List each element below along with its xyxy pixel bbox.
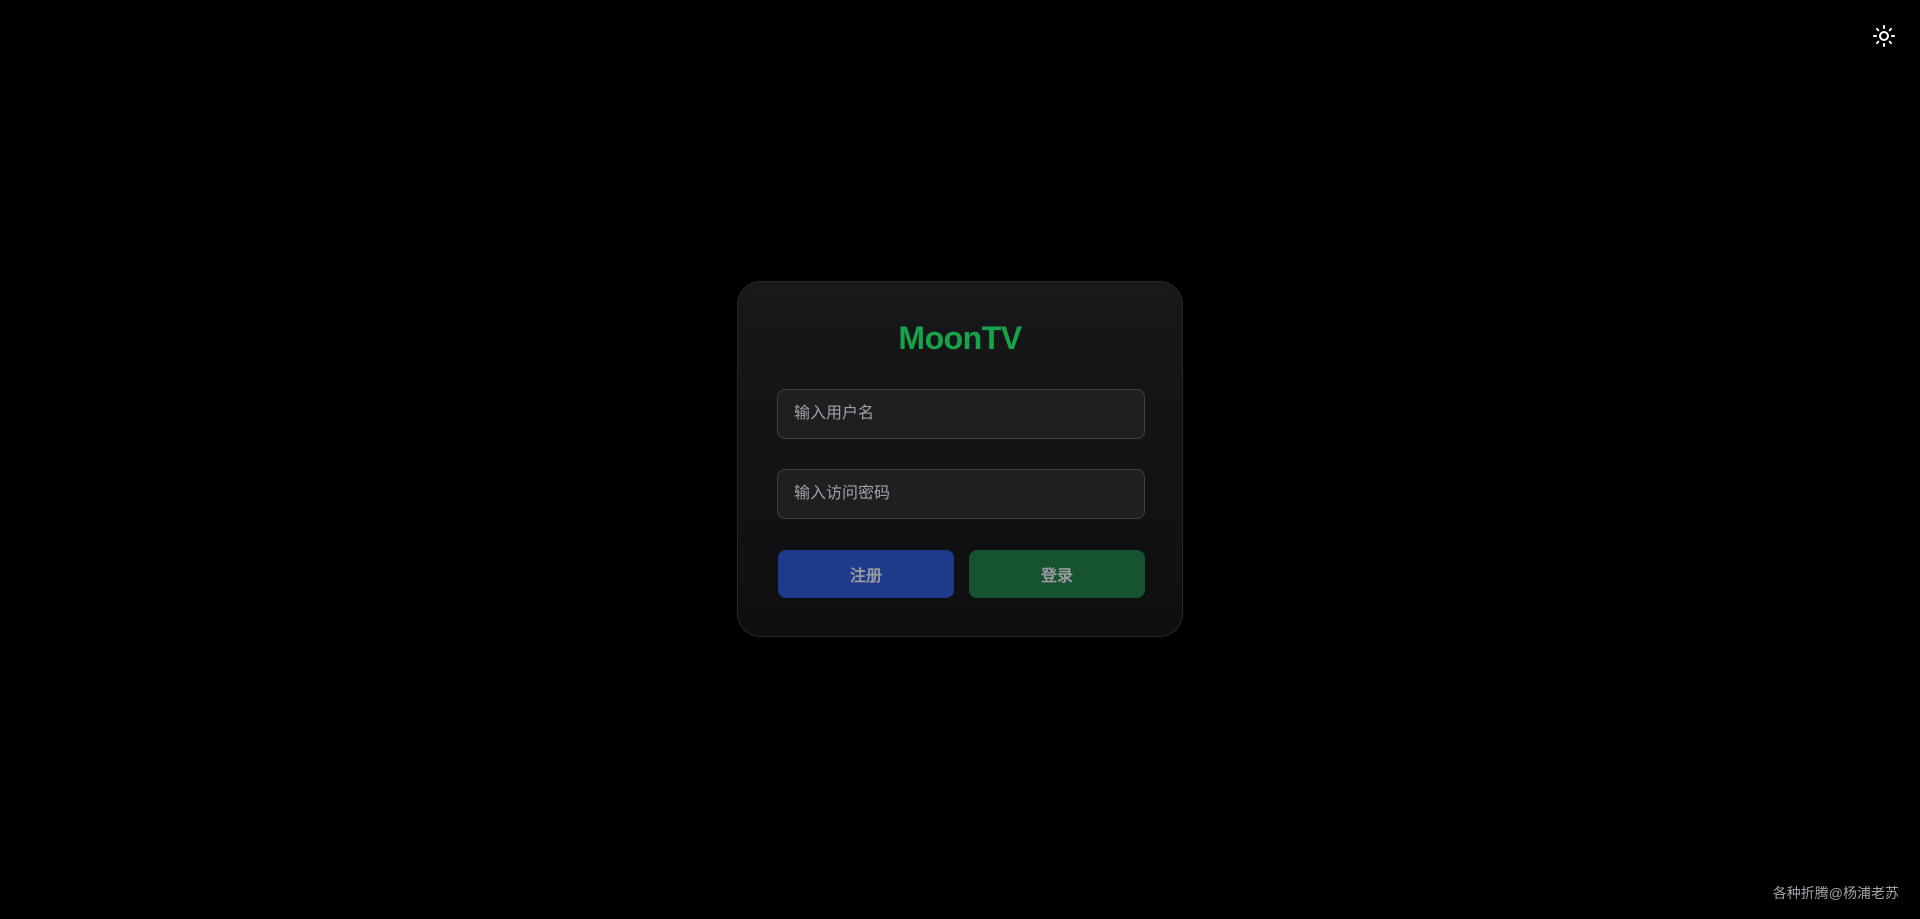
sun-icon [1873, 25, 1895, 47]
login-page: MoonTV 注册 登录 各种折腾@杨浦老苏 [0, 0, 1920, 919]
theme-toggle-button[interactable] [1868, 20, 1900, 52]
footer-credit: 各种折腾@杨浦老苏 [1772, 885, 1899, 901]
login-button[interactable]: 登录 [969, 550, 1145, 598]
app-title: MoonTV [898, 320, 1022, 356]
password-input[interactable] [777, 469, 1145, 519]
username-input[interactable] [777, 389, 1145, 439]
register-button[interactable]: 注册 [778, 550, 954, 598]
login-card: MoonTV 注册 登录 [737, 281, 1183, 637]
